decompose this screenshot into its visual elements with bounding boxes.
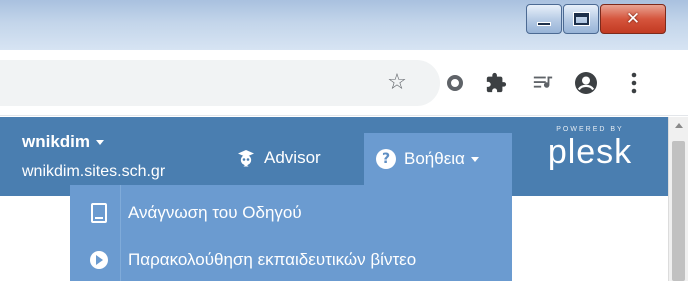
advisor-button[interactable]: Advisor (236, 145, 321, 171)
maximize-button[interactable] (563, 4, 599, 34)
address-bar[interactable] (0, 60, 440, 106)
minimize-icon (537, 22, 551, 26)
menu-item-read-guide[interactable]: Ανάγνωση του Οδηγού (70, 191, 512, 235)
play-icon (90, 251, 108, 269)
book-icon (91, 203, 107, 223)
browser-toolbar: ☆ (0, 50, 688, 116)
plesk-wordmark: plesk (547, 133, 633, 171)
user-account-menu[interactable]: wnikdim wnikdim.sites.sch.gr (22, 132, 165, 182)
menu-item-label: Ανάγνωση του Οδηγού (128, 203, 302, 222)
advisor-icon (238, 150, 254, 167)
kebab-menu-icon[interactable] (622, 71, 646, 95)
maximize-icon (573, 13, 589, 25)
extension-ring-icon[interactable] (443, 71, 467, 95)
plesk-logo[interactable]: POWERED BY plesk (540, 125, 640, 185)
help-dropdown-menu: Ανάγνωση του Οδηγού Παρακολούθηση εκπαιδ… (70, 185, 512, 281)
help-question-icon: ? (376, 149, 396, 169)
minimize-button[interactable] (526, 4, 562, 34)
chevron-down-icon (470, 156, 479, 162)
scroll-thumb[interactable] (672, 141, 685, 281)
reading-list-icon[interactable] (531, 71, 555, 95)
user-name[interactable]: wnikdim (22, 132, 165, 152)
bookmark-star-icon[interactable]: ☆ (385, 71, 409, 95)
user-domain[interactable]: wnikdim.sites.sch.gr (22, 162, 165, 182)
help-label: Βοήθεια (404, 149, 465, 168)
window-titlebar: ✕ (0, 0, 688, 50)
close-icon: ✕ (625, 8, 641, 29)
chevron-down-icon (96, 139, 105, 145)
advisor-label: Advisor (264, 148, 321, 167)
help-menu-button[interactable]: ? Βοήθεια (364, 133, 512, 185)
menu-item-watch-videos[interactable]: Παρακολούθηση εκπαιδευτικών βίντεο (70, 238, 512, 281)
close-button[interactable]: ✕ (600, 4, 666, 34)
extensions-puzzle-icon[interactable] (484, 71, 508, 95)
powered-by-label: POWERED BY (556, 126, 624, 133)
menu-item-label: Παρακολούθηση εκπαιδευτικών βίντεο (128, 250, 417, 269)
account-icon[interactable] (574, 71, 598, 95)
scroll-up-arrow-icon[interactable] (675, 123, 683, 128)
vertical-scrollbar[interactable] (668, 117, 688, 281)
